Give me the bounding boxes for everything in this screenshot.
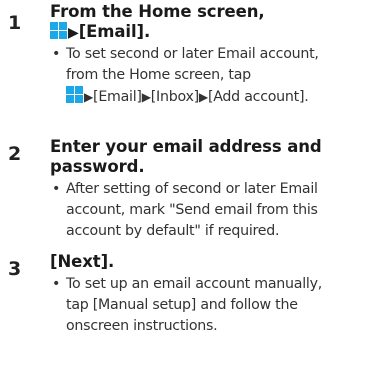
step-note: • After setting of second or later Email… (52, 179, 372, 242)
note-line: account, mark "Send email from this (66, 202, 318, 218)
triangle-right-icon: ▶ (84, 89, 94, 104)
triangle-right-icon: ▶ (68, 24, 79, 41)
step-number: 1 (8, 12, 22, 34)
apps-grid-icon (66, 86, 83, 103)
step-number: 2 (8, 143, 22, 165)
step-note-text: After setting of second or later Email a… (52, 179, 372, 242)
step-title-line: [Email]. (78, 22, 151, 41)
step-number: 3 (8, 258, 22, 280)
step-note-text: To set up an email account manually, tap… (52, 274, 372, 337)
step-title-line: password. (50, 157, 145, 176)
step-title-line: From the Home screen, (50, 2, 265, 21)
note-line: After setting of second or later Email (66, 181, 318, 197)
bullet-dot: • (52, 46, 61, 62)
step-title: [Next]. (50, 252, 370, 272)
apps-grid-icon (50, 22, 67, 39)
step-note: • To set up an email account manually, t… (52, 274, 372, 337)
step-title: From the Home screen, ▶[Email]. (50, 2, 370, 43)
note-line: onscreen instructions. (66, 318, 218, 334)
note-line: tap [Manual setup] and follow the (66, 297, 298, 313)
step-note-text: To set second or later Email account, fr… (52, 44, 372, 108)
menu-path-item: [Inbox] (150, 89, 199, 105)
note-line: from the Home screen, tap (66, 67, 251, 83)
note-line: To set second or later Email account, (66, 46, 319, 62)
note-line: account by default" if required. (66, 223, 280, 239)
step-note: • To set second or later Email account, … (52, 44, 372, 108)
step-title-line: [Next]. (50, 252, 115, 271)
triangle-right-icon: ▶ (198, 89, 208, 104)
menu-path-item: [Email] (93, 89, 142, 105)
triangle-right-icon: ▶ (141, 89, 151, 104)
step-title: Enter your email address and password. (50, 137, 370, 177)
step-title-line: Enter your email address and (50, 137, 322, 156)
menu-path-item: [Add account]. (207, 89, 309, 105)
bullet-dot: • (52, 181, 61, 197)
note-line: To set up an email account manually, (66, 276, 322, 292)
bullet-dot: • (52, 276, 61, 292)
